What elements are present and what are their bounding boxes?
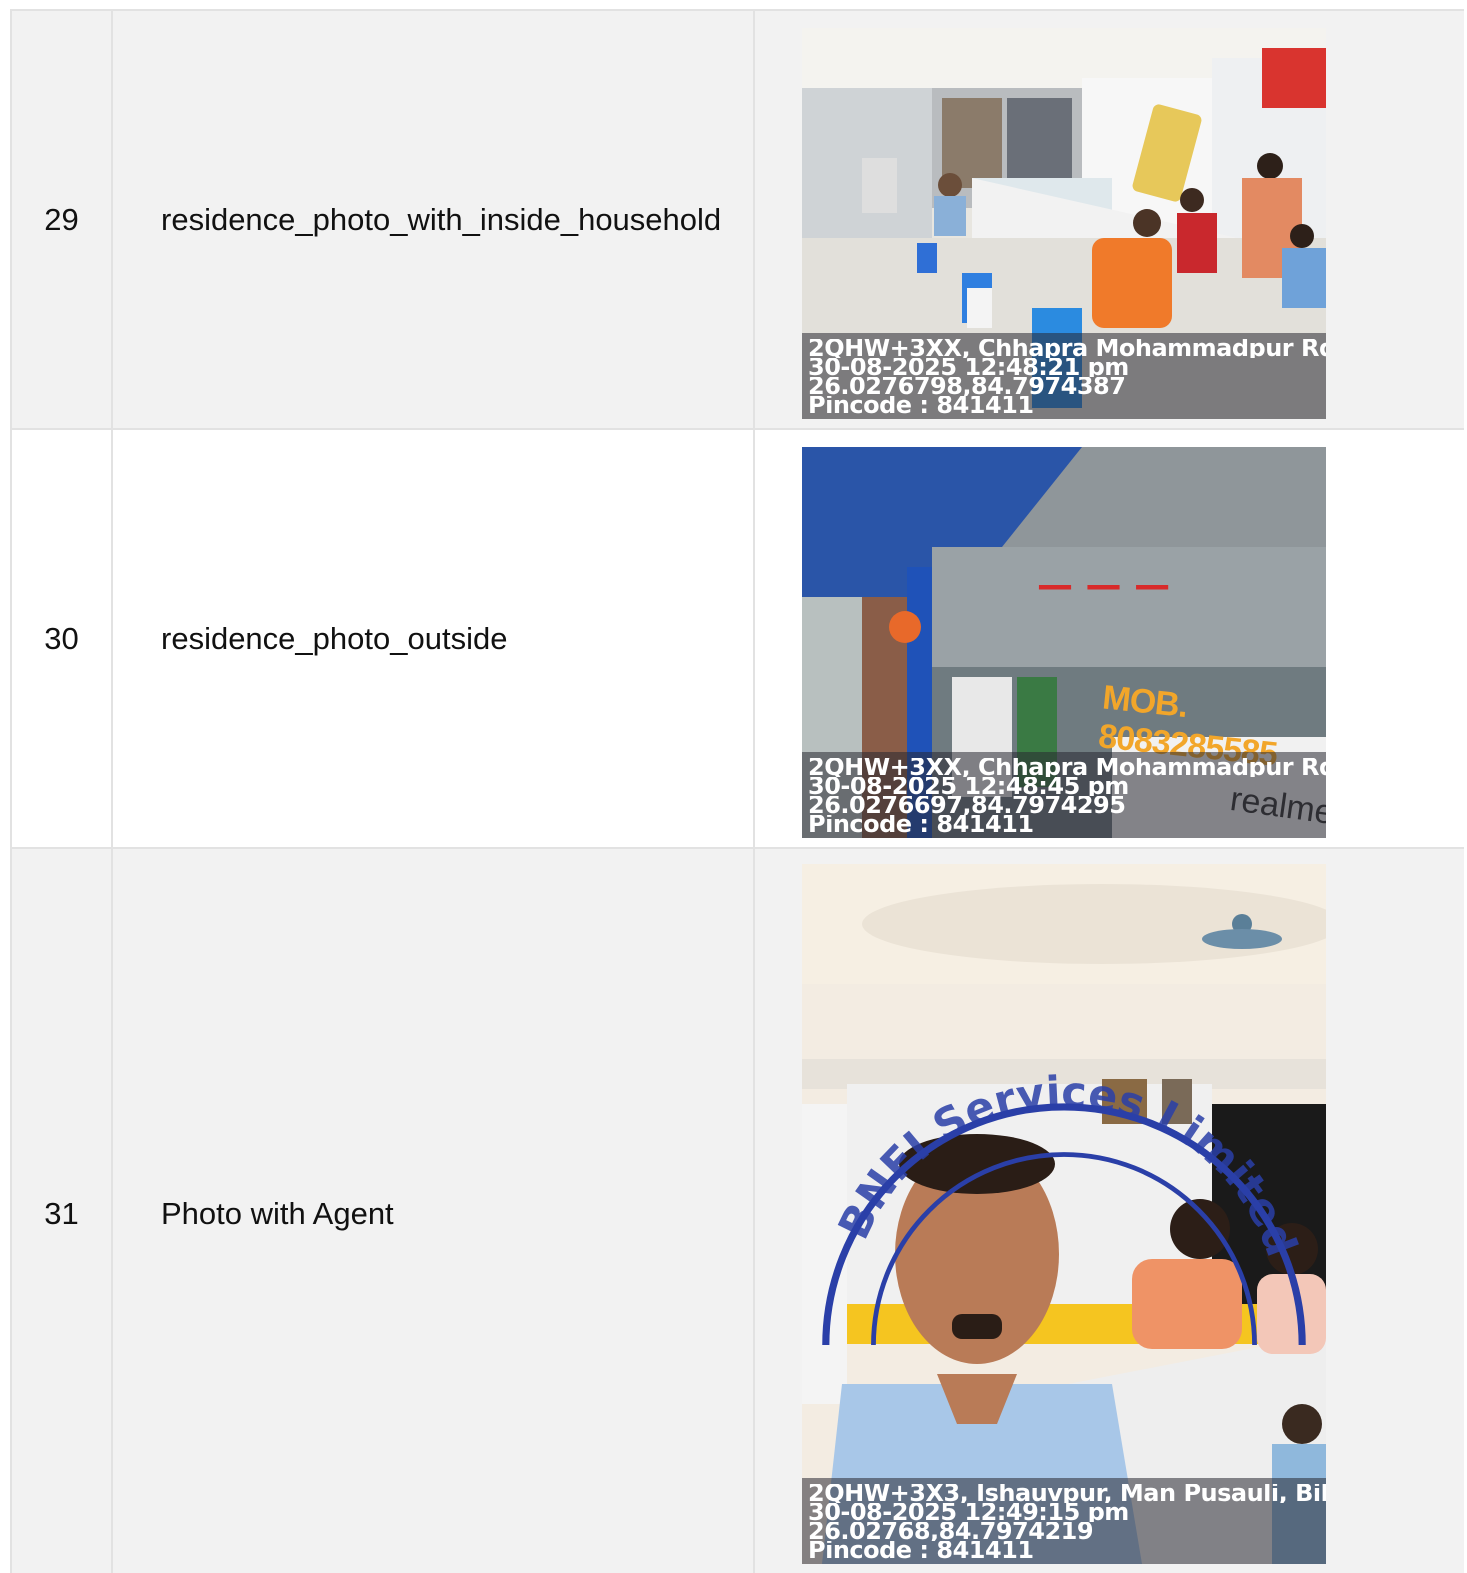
- photo-cell: 2QHW+3XX, Chhapra Mohammadpur Rd, Ish 30…: [755, 11, 1464, 428]
- row-number-cell: 31: [12, 849, 113, 1573]
- agent-selfie-photo: 2QHW+3X3, Ishauvpur, Man Pusauli, Bihar …: [802, 864, 1326, 1564]
- document-label: Photo with Agent: [161, 1196, 394, 1231]
- row-number-cell: 29: [12, 11, 113, 428]
- document-label-cell: residence_photo_outside: [113, 430, 755, 847]
- stamp-text: BNFI Services Limited: [829, 1068, 1306, 1264]
- table-row: 30 residence_photo_outside — — — MOB. 80…: [12, 430, 1464, 849]
- shop-interior-photo: 2QHW+3XX, Chhapra Mohammadpur Rd, Ish 30…: [802, 28, 1326, 419]
- svg-text:— — —: — — —: [1037, 565, 1170, 606]
- table-row: 31 Photo with Agent 2QHW+3X3, Ishauvpur,…: [12, 849, 1464, 1573]
- geo-tag-overlay: 2QHW+3XX, Chhapra Mohammadpur Rd, Ish 30…: [802, 752, 1326, 838]
- shop-exterior-photo: — — — MOB. 8083285585 realme 2QHW+3XX, C…: [802, 447, 1326, 838]
- document-label-cell: Photo with Agent: [113, 849, 755, 1573]
- document-label: residence_photo_with_inside_household: [161, 201, 722, 237]
- geo-datetime: 30-08-2025 12:48:45 pm: [808, 777, 1129, 796]
- row-number: 29: [44, 201, 79, 237]
- geo-datetime: 30-08-2025 12:48:21 pm: [808, 358, 1129, 377]
- svg-text:BNFI Services Limited: BNFI Services Limited: [829, 1068, 1306, 1264]
- verification-photo-table: 29 residence_photo_with_inside_household: [10, 9, 1464, 1573]
- document-label: residence_photo_outside: [161, 620, 508, 656]
- photo-cell: — — — MOB. 8083285585 realme 2QHW+3XX, C…: [755, 430, 1464, 847]
- row-number-cell: 30: [12, 430, 113, 847]
- company-stamp: BNFI Services Limited: [822, 1068, 1306, 1346]
- geo-pincode: Pincode : 841411: [808, 815, 1034, 834]
- geo-pincode: Pincode : 841411: [808, 396, 1034, 415]
- geo-coordinates: 26.0276697,84.7974295: [808, 796, 1126, 815]
- table-row: 29 residence_photo_with_inside_household: [12, 11, 1464, 430]
- geo-tag-overlay: 2QHW+3XX, Chhapra Mohammadpur Rd, Ish 30…: [802, 333, 1326, 419]
- geo-coordinates: 26.0276798,84.7974387: [808, 377, 1126, 396]
- document-label-cell: residence_photo_with_inside_household: [113, 11, 755, 428]
- geo-address: 2QHW+3XX, Chhapra Mohammadpur Rd, Ish: [808, 339, 1326, 358]
- geo-address: 2QHW+3XX, Chhapra Mohammadpur Rd, Ish: [808, 758, 1326, 777]
- row-number: 30: [44, 620, 79, 656]
- photo-cell: 2QHW+3X3, Ishauvpur, Man Pusauli, Bihar …: [755, 849, 1464, 1573]
- row-number: 31: [44, 1196, 79, 1231]
